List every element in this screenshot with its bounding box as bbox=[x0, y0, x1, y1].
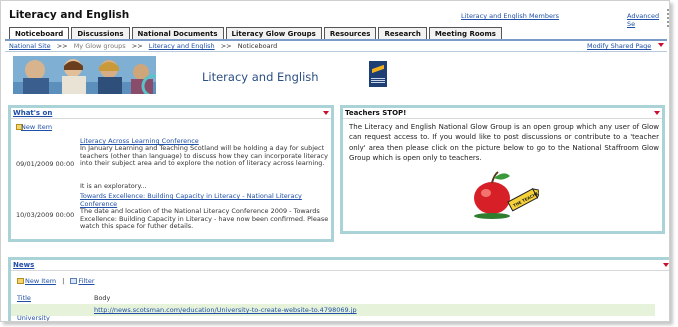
event-date: 09/01/2009 00:00 bbox=[16, 160, 75, 168]
breadcrumb-national-site[interactable]: National Site bbox=[9, 42, 51, 50]
banner-photo bbox=[13, 56, 156, 94]
banner-title: Literacy and English bbox=[202, 70, 319, 84]
advanced-search-link[interactable]: Advanced Se bbox=[627, 12, 667, 28]
column-header-title[interactable]: Title bbox=[17, 294, 31, 302]
news-title-link[interactable]: University bbox=[17, 314, 50, 321]
dropdown-arrow-icon[interactable] bbox=[658, 43, 664, 47]
news-filter-link[interactable]: Filter bbox=[78, 277, 94, 285]
breadcrumb-current-noticeboard: Noticeboard bbox=[237, 42, 278, 50]
web-part-menu-arrow-icon[interactable] bbox=[323, 111, 329, 115]
table-row[interactable]: http://news.scotsman.com/education/Unive… bbox=[11, 304, 655, 321]
news-header: News bbox=[11, 260, 669, 271]
breadcrumb: National Site >> My Glow groups >> Liter… bbox=[9, 42, 277, 50]
apple-teacher-image-icon[interactable]: THE TEACHER bbox=[464, 166, 539, 221]
teachers-message: The Literacy and English National Glow G… bbox=[349, 123, 659, 162]
teachers-title: Teachers STOP! bbox=[345, 109, 407, 117]
news-body-link[interactable]: http://news.scotsman.com/education/Unive… bbox=[94, 306, 357, 314]
tab-underline bbox=[5, 39, 667, 41]
event-date: 10/03/2009 00:00 bbox=[16, 211, 75, 219]
news-title[interactable]: News bbox=[13, 261, 34, 269]
news-toolbar: New Item | Filter bbox=[17, 277, 95, 285]
breadcrumb-literacy-and-english[interactable]: Literacy and English bbox=[149, 42, 215, 50]
whats-on-panel: What's on New Item Literacy Across Learn… bbox=[8, 105, 334, 242]
filter-icon bbox=[70, 278, 78, 284]
event-description: The date and location of the National Li… bbox=[80, 207, 329, 230]
breadcrumb-separator: >> bbox=[56, 42, 68, 50]
toolbar-separator: | bbox=[62, 277, 65, 285]
site-title: Literacy and English bbox=[9, 9, 130, 21]
teachers-stop-panel: Teachers STOP! The Literacy and English … bbox=[340, 105, 665, 234]
news-new-item-link[interactable]: New Item bbox=[25, 277, 56, 285]
breadcrumb-rule bbox=[5, 51, 667, 52]
teachers-header: Teachers STOP! bbox=[343, 108, 662, 119]
column-header-body: Body bbox=[94, 294, 111, 302]
breadcrumb-separator: >> bbox=[220, 42, 232, 50]
breadcrumb-separator: >> bbox=[131, 42, 143, 50]
title-bar: Literacy and English Literacy and Englis… bbox=[5, 5, 669, 28]
event-extra: It is an exploratory... bbox=[80, 182, 147, 190]
learning-teaching-scotland-logo bbox=[369, 61, 387, 87]
window-edge-dots bbox=[667, 9, 669, 27]
web-part-menu-arrow-icon[interactable] bbox=[654, 111, 660, 115]
members-link[interactable]: Literacy and English Members bbox=[461, 12, 559, 20]
whats-on-header: What's on bbox=[11, 108, 331, 119]
new-item-icon bbox=[17, 278, 24, 284]
modify-shared-page-link[interactable]: Modify Shared Page bbox=[587, 42, 651, 50]
page-frame: Literacy and English Literacy and Englis… bbox=[0, 0, 670, 322]
news-panel: News New Item | Filter Title Body http:/… bbox=[8, 257, 669, 321]
whats-on-title[interactable]: What's on bbox=[13, 109, 52, 117]
event-title-link[interactable]: Towards Excellence: Building Capacity in… bbox=[80, 192, 330, 208]
web-part-menu-arrow-icon[interactable] bbox=[663, 263, 669, 267]
breadcrumb-my-glow-groups[interactable]: My Glow groups bbox=[74, 42, 126, 50]
students-photo-icon bbox=[13, 56, 156, 94]
event-description: In January Learning and Teaching Scotlan… bbox=[80, 144, 328, 167]
whats-on-new-item-link[interactable]: New Item bbox=[21, 123, 52, 131]
